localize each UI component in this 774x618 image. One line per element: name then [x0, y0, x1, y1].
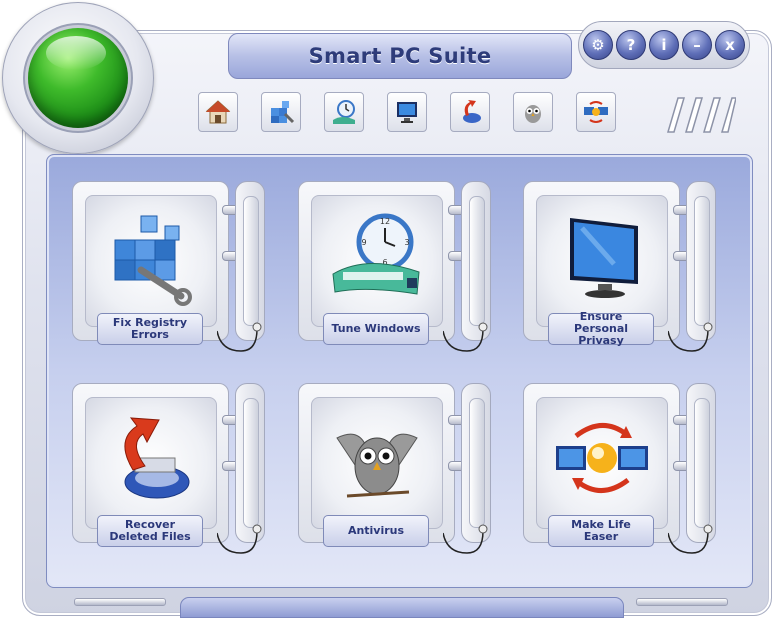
- question-icon: ?: [626, 36, 636, 54]
- recover-icon: [463, 100, 481, 123]
- toolbar-sync-button[interactable]: [576, 92, 616, 132]
- antivirus-icon: [525, 105, 541, 123]
- card-inner: [85, 397, 217, 529]
- info-button[interactable]: i: [649, 30, 679, 60]
- card-fix-registry[interactable]: Fix Registry Errors: [72, 181, 265, 361]
- window-controls: ⚙ ? i – x: [578, 21, 750, 69]
- footer-strip: [180, 597, 624, 618]
- card-inner: [311, 397, 443, 529]
- rail-slot: [694, 398, 710, 528]
- disk-arrow-icon: [124, 417, 190, 499]
- card-cable: [217, 524, 262, 554]
- card-cable: [443, 322, 488, 352]
- card-inner: [536, 397, 668, 529]
- svg-text:3: 3: [404, 238, 409, 247]
- status-orb[interactable]: [28, 28, 128, 128]
- card-recover-files[interactable]: Recover Deleted Files: [72, 383, 265, 563]
- registry-cubes-icon: [114, 215, 192, 306]
- close-icon: x: [725, 36, 735, 54]
- monitor-icon: [397, 102, 417, 123]
- card-make-life-easier[interactable]: Make Life Easer: [523, 383, 716, 563]
- card-ensure-privacy[interactable]: Ensure Personal Privasy: [523, 181, 716, 361]
- toolbar-registry-button[interactable]: [261, 92, 301, 132]
- settings-button[interactable]: ⚙: [583, 30, 613, 60]
- card-label[interactable]: Tune Windows: [323, 313, 429, 345]
- card-label[interactable]: Fix Registry Errors: [97, 313, 203, 345]
- rail-slot: [243, 196, 259, 326]
- card-rail: [461, 181, 491, 341]
- card-label[interactable]: Ensure Personal Privasy: [548, 311, 654, 347]
- grip-decoration: [666, 97, 736, 133]
- card-label[interactable]: Make Life Easer: [548, 515, 654, 547]
- card-cable: [668, 322, 713, 352]
- toolbar-tune-button[interactable]: [324, 92, 364, 132]
- card-cable: [668, 524, 713, 554]
- sync-monitors-icon: [556, 423, 648, 493]
- toolbar-antivirus-button[interactable]: [513, 92, 553, 132]
- card-cable: [443, 524, 488, 554]
- info-icon: i: [661, 36, 667, 54]
- card-rail: [235, 383, 265, 543]
- footer-decoration-left: [74, 598, 166, 606]
- card-label[interactable]: Antivirus: [323, 515, 429, 547]
- title-bar[interactable]: Smart PC Suite: [228, 33, 572, 79]
- rail-slot: [469, 398, 485, 528]
- status-orb-ring: [2, 2, 154, 154]
- registry-icon: [271, 101, 295, 124]
- card-rail: [235, 181, 265, 341]
- toolbar-monitor-button[interactable]: [387, 92, 427, 132]
- minimize-icon: –: [693, 36, 701, 54]
- gear-icon: ⚙: [591, 36, 605, 54]
- card-cable: [217, 322, 262, 352]
- rail-slot: [694, 196, 710, 326]
- toolbar-recover-button[interactable]: [450, 92, 490, 132]
- minimize-button[interactable]: –: [682, 30, 712, 60]
- rail-slot: [469, 196, 485, 326]
- card-inner: 12 3 9 6: [311, 195, 443, 327]
- card-tune-windows[interactable]: 12 3 9 6 Tune Windows: [298, 181, 491, 361]
- owl-icon: [336, 433, 418, 498]
- toolbar-home-button[interactable]: [198, 92, 238, 132]
- svg-text:12: 12: [380, 217, 390, 226]
- footer-decoration-right: [636, 598, 728, 606]
- home-icon: [205, 100, 231, 124]
- card-rail: [686, 383, 716, 543]
- card-label[interactable]: Recover Deleted Files: [97, 515, 203, 547]
- app-title: Smart PC Suite: [308, 44, 492, 68]
- sync-icon: [584, 101, 608, 123]
- card-inner: [85, 195, 217, 327]
- toolbar: [198, 92, 616, 132]
- tune-icon: [333, 100, 355, 124]
- rail-slot: [243, 398, 259, 528]
- close-button[interactable]: x: [715, 30, 745, 60]
- card-antivirus[interactable]: Antivirus: [298, 383, 491, 563]
- card-rail: [686, 181, 716, 341]
- clock-train-icon: 12 3 9 6: [332, 213, 420, 295]
- card-rail: [461, 383, 491, 543]
- card-inner: [536, 195, 668, 327]
- monitor-icon: [570, 218, 638, 298]
- svg-text:9: 9: [361, 238, 366, 247]
- help-button[interactable]: ?: [616, 30, 646, 60]
- main-panel: Fix Registry Errors 12 3 9 6 Tune Window…: [46, 154, 753, 588]
